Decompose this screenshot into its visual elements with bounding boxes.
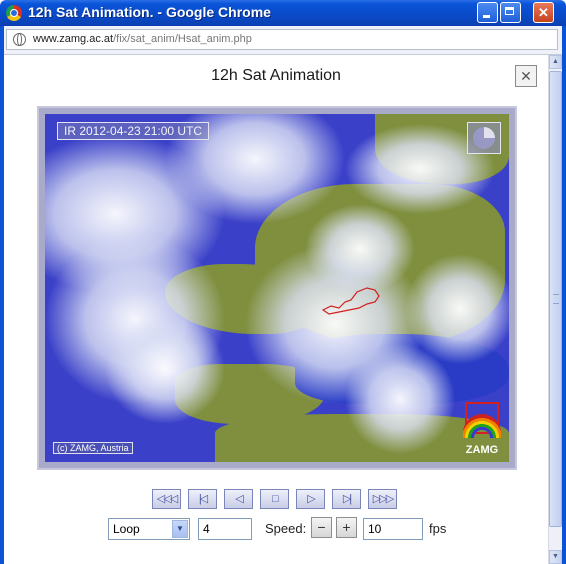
fps-label: fps <box>429 521 447 536</box>
globe-icon <box>13 33 26 46</box>
satellite-map-frame: IR 2012-04-23 21:00 UTC (c) ZAMG, Austri… <box>37 106 517 470</box>
url-path: /fix/sat_anim/Hsat_anim.php <box>113 33 252 45</box>
stop-button[interactable]: □ <box>260 489 289 509</box>
timestamp-label: IR 2012-04-23 21:00 UTC <box>57 122 210 140</box>
address-bar: www.zamg.ac.at/fix/sat_anim/Hsat_anim.ph… <box>4 26 562 55</box>
clock-dial <box>473 127 495 149</box>
close-icon: ✕ <box>538 5 549 20</box>
cloud-italy <box>345 344 455 454</box>
page-content: 12h Sat Animation ✕ IR 2012-04-23 21:00 … <box>4 55 548 564</box>
chrome-icon <box>6 5 22 21</box>
frames-input[interactable]: 4 <box>198 518 252 540</box>
clock-icon <box>467 122 501 154</box>
scroll-up-arrow-icon[interactable]: ▲ <box>549 55 562 69</box>
scroll-thumb[interactable] <box>549 71 562 527</box>
next-frame-button[interactable]: ▷| <box>332 489 361 509</box>
previous-frame-button[interactable]: |◁ <box>188 489 217 509</box>
satellite-image: IR 2012-04-23 21:00 UTC (c) ZAMG, Austri… <box>45 114 509 462</box>
zamg-logo: ZAMG <box>461 402 503 456</box>
last-frame-button[interactable]: ▷▷▷ <box>368 489 397 509</box>
cloud-atlantic-3 <box>105 314 225 424</box>
austria-outline <box>321 287 380 315</box>
maximize-button[interactable] <box>500 2 521 23</box>
cloud-alps <box>305 204 415 294</box>
speed-label: Speed: <box>265 521 307 536</box>
window-close-button[interactable]: ✕ <box>533 2 554 23</box>
play-forward-button[interactable]: ▷ <box>296 489 325 509</box>
page-title: 12h Sat Animation <box>211 67 341 84</box>
url-domain: www.zamg.ac.at <box>33 33 114 45</box>
window-frame-right <box>562 26 566 564</box>
window-titlebar[interactable]: 12h Sat Animation. - Google Chrome ✕ <box>0 0 566 26</box>
window-title: 12h Sat Animation. - Google Chrome <box>28 4 271 20</box>
vertical-scrollbar[interactable]: ▲ ▼ <box>548 55 562 564</box>
speed-decrease-button[interactable]: − <box>311 517 332 538</box>
popup-close-button[interactable]: ✕ <box>515 65 537 87</box>
speed-input[interactable]: 10 <box>363 518 423 540</box>
url-field[interactable]: www.zamg.ac.at/fix/sat_anim/Hsat_anim.ph… <box>6 29 558 50</box>
zamg-logo-text: ZAMG <box>465 444 499 456</box>
play-backward-button[interactable]: ◁ <box>224 489 253 509</box>
minimize-button[interactable] <box>477 2 498 23</box>
copyright-label: (c) ZAMG, Austria <box>53 442 133 454</box>
minimize-icon <box>478 3 497 22</box>
scroll-grip <box>553 294 559 304</box>
speed-increase-button[interactable]: + <box>336 517 357 538</box>
maximize-icon <box>501 3 520 22</box>
loop-mode-select[interactable]: Loop ▼ <box>108 518 190 540</box>
loop-mode-value: Loop <box>113 522 140 536</box>
url-text: www.zamg.ac.at/fix/sat_anim/Hsat_anim.ph… <box>33 33 252 45</box>
cloud-balkans <box>405 254 509 364</box>
first-frame-button[interactable]: ◁◁◁ <box>152 489 181 509</box>
chevron-down-icon: ▼ <box>172 520 188 538</box>
scroll-down-arrow-icon[interactable]: ▼ <box>549 550 562 564</box>
